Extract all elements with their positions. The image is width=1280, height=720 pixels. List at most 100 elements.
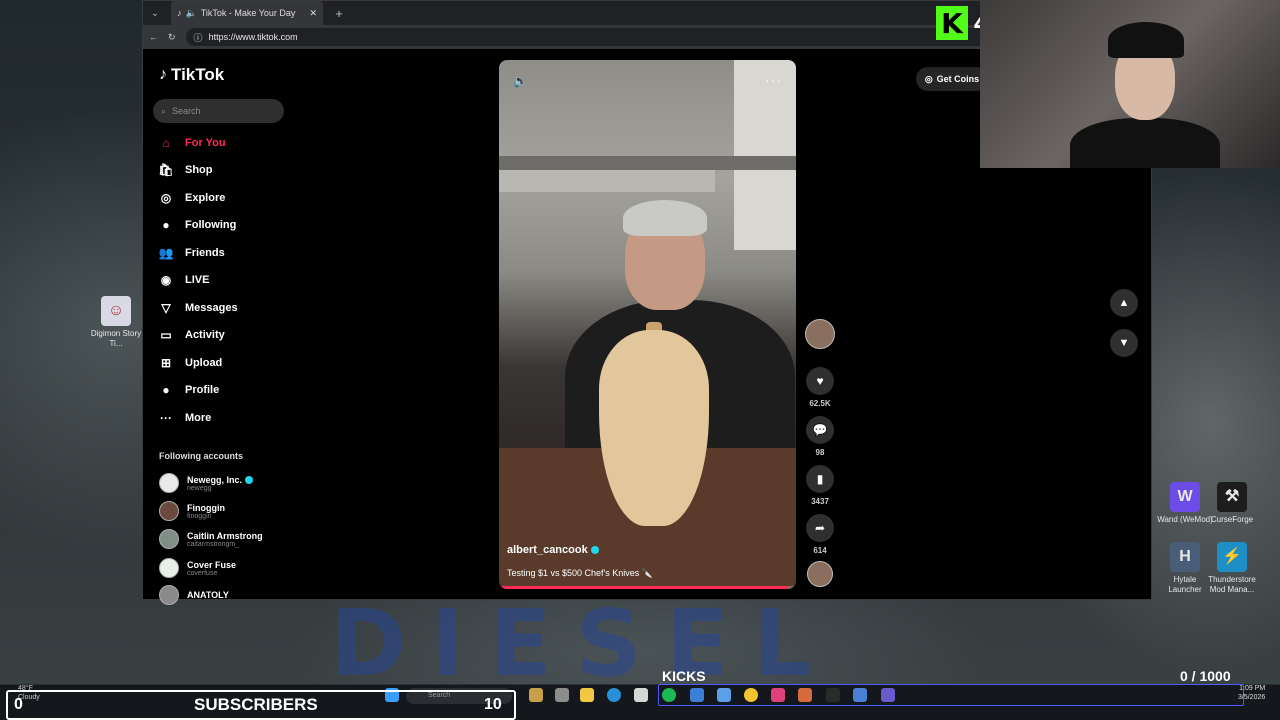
nav-label: Upload bbox=[185, 357, 223, 369]
creator-avatar bbox=[805, 319, 835, 349]
nav-more[interactable]: ··· More bbox=[157, 408, 211, 428]
nav-messages[interactable]: ▽ Messages bbox=[157, 298, 238, 318]
kicks-goal-bar bbox=[658, 684, 1244, 706]
inbox-icon: ▭ bbox=[160, 328, 172, 342]
video-frame-hood bbox=[499, 170, 715, 192]
app-icon[interactable] bbox=[529, 688, 543, 702]
site-info-icon[interactable]: ⓘ bbox=[194, 31, 203, 44]
compass-icon: ◎ bbox=[160, 191, 172, 205]
nav-label: Messages bbox=[185, 302, 238, 314]
nav-friends[interactable]: 👥 Friends bbox=[157, 243, 225, 263]
creator-avatar-button[interactable] bbox=[805, 319, 835, 349]
speaker-icon[interactable]: 🔈 bbox=[186, 8, 197, 19]
live-icon: ◉ bbox=[160, 273, 172, 287]
nav-live[interactable]: ◉ LIVE bbox=[157, 270, 210, 290]
nav-following[interactable]: ● Following bbox=[157, 215, 236, 235]
tiktok-logo[interactable]: ♪ TikTok bbox=[159, 65, 224, 85]
video-progress-bar[interactable] bbox=[499, 586, 796, 589]
nav-activity[interactable]: ▭ Activity bbox=[157, 325, 224, 345]
video-frame-cabinet bbox=[734, 60, 796, 250]
tiktok-favicon-icon: ♪ bbox=[177, 8, 182, 18]
chevron-down-icon: ▼ bbox=[1118, 337, 1130, 349]
desktop-icon-thunderstore[interactable]: ⚡ Thunderstore Mod Mana... bbox=[1204, 542, 1260, 595]
account-newegg[interactable]: Newegg, Inc. newegg bbox=[159, 473, 254, 493]
account-anatoly[interactable]: ANATOLY bbox=[159, 585, 229, 605]
heart-icon: ♥ bbox=[806, 367, 834, 395]
video-player[interactable]: 🔈 ··· albert_cancook Testing $1 vs $500 … bbox=[499, 60, 796, 589]
kick-logo-icon: K bbox=[936, 6, 968, 40]
desktop-icon-curseforge[interactable]: ⚒ CurseForge bbox=[1204, 482, 1260, 525]
subscribers-label: SUBSCRIBERS bbox=[194, 695, 318, 714]
nav-label: More bbox=[185, 412, 212, 424]
nav-profile[interactable]: ● Profile bbox=[157, 380, 219, 400]
tab-list-chevron-icon[interactable]: ⌄ bbox=[143, 8, 167, 19]
webcam-overlay bbox=[980, 0, 1280, 168]
share-arrow-icon: ➦ bbox=[806, 514, 834, 542]
search-input[interactable]: ⌕ Search bbox=[153, 99, 284, 123]
share-count: 614 bbox=[813, 546, 827, 555]
account-caitlin-armstrong[interactable]: Caitlin Armstrong caitarmstrongm_ bbox=[159, 529, 263, 549]
tab-tiktok[interactable]: ♪ 🔈 TikTok - Make Your Day ✕ bbox=[171, 1, 323, 25]
save-count: 3437 bbox=[811, 497, 829, 506]
sound-avatar-button[interactable] bbox=[805, 561, 835, 587]
avatar bbox=[159, 558, 179, 578]
friends-icon: 👥 bbox=[158, 246, 174, 260]
video-frame-shelf bbox=[499, 156, 796, 170]
url-text: https://www.tiktok.com bbox=[208, 32, 298, 42]
avatar bbox=[159, 473, 179, 493]
share-button[interactable]: ➦ 614 bbox=[805, 514, 835, 555]
nav-label: For You bbox=[185, 137, 226, 149]
close-icon[interactable]: ✕ bbox=[309, 8, 317, 19]
store-icon[interactable] bbox=[634, 688, 648, 702]
account-name: Cover Fuse bbox=[187, 559, 237, 570]
desktop-icon-label: Digimon Story Ti... bbox=[90, 329, 142, 348]
bookmark-icon: ▮ bbox=[806, 465, 834, 493]
reload-icon[interactable]: ↻ bbox=[168, 32, 176, 43]
previous-video-button[interactable]: ▲ bbox=[1110, 289, 1138, 317]
account-finoggin[interactable]: Finoggin finoggin bbox=[159, 501, 225, 521]
edge-icon[interactable] bbox=[607, 688, 621, 702]
like-count: 62.5K bbox=[809, 399, 831, 408]
account-cover-fuse[interactable]: Cover Fuse coverfuse bbox=[159, 558, 236, 578]
nav-explore[interactable]: ◎ Explore bbox=[157, 188, 226, 208]
volume-icon[interactable]: 🔈 bbox=[513, 74, 528, 88]
verified-badge-icon bbox=[245, 476, 254, 485]
webcam-person-shirt bbox=[1070, 118, 1220, 168]
like-button[interactable]: ♥ 62.5K bbox=[805, 367, 835, 408]
comment-button[interactable]: 💬 98 bbox=[805, 416, 835, 457]
new-tab-button[interactable]: + bbox=[327, 6, 351, 21]
avatar-icon: ● bbox=[162, 383, 170, 397]
system-clock[interactable]: 1:09 PM 3/5/2026 bbox=[1238, 684, 1265, 702]
thunderstore-icon: ⚡ bbox=[1217, 542, 1247, 572]
video-author[interactable]: albert_cancook bbox=[507, 544, 599, 556]
get-coins-button[interactable]: ◎ Get Coins bbox=[916, 67, 988, 91]
digimon-icon: ☺ bbox=[101, 296, 131, 326]
video-frame-hair bbox=[623, 200, 707, 236]
back-arrow-icon[interactable]: ← bbox=[149, 32, 158, 42]
nav-label: Following bbox=[185, 219, 237, 231]
search-icon: ⌕ bbox=[161, 105, 167, 116]
more-options-icon[interactable]: ··· bbox=[765, 72, 782, 88]
nav-label: Shop bbox=[185, 164, 213, 176]
next-video-button[interactable]: ▼ bbox=[1110, 329, 1138, 357]
chevron-up-icon: ▲ bbox=[1118, 297, 1130, 309]
desktop-icon-digimon[interactable]: ☺ Digimon Story Ti... bbox=[88, 296, 144, 349]
nav-upload[interactable]: ⊞ Upload bbox=[157, 353, 222, 373]
nav-shop[interactable]: 🛍 Shop bbox=[157, 160, 213, 180]
nav-label: Friends bbox=[185, 247, 225, 259]
wand-icon: W bbox=[1170, 482, 1200, 512]
file-explorer-icon[interactable] bbox=[580, 688, 594, 702]
account-name: Finoggin bbox=[187, 502, 225, 513]
account-name: Newegg, Inc. bbox=[187, 474, 243, 485]
account-handle: newegg bbox=[187, 484, 212, 492]
save-button[interactable]: ▮ 3437 bbox=[805, 465, 835, 506]
verified-badge-icon bbox=[590, 546, 599, 555]
following-accounts-heading: Following accounts bbox=[159, 451, 244, 461]
avatar bbox=[159, 501, 179, 521]
task-view-icon[interactable] bbox=[555, 688, 569, 702]
subscribers-current: 0 bbox=[14, 696, 23, 713]
nav-for-you[interactable]: ⌂ For You bbox=[157, 133, 226, 153]
nav-label: Explore bbox=[185, 192, 226, 204]
account-handle: caitarmstrongm_ bbox=[187, 540, 240, 548]
nav-label: Profile bbox=[185, 384, 220, 396]
